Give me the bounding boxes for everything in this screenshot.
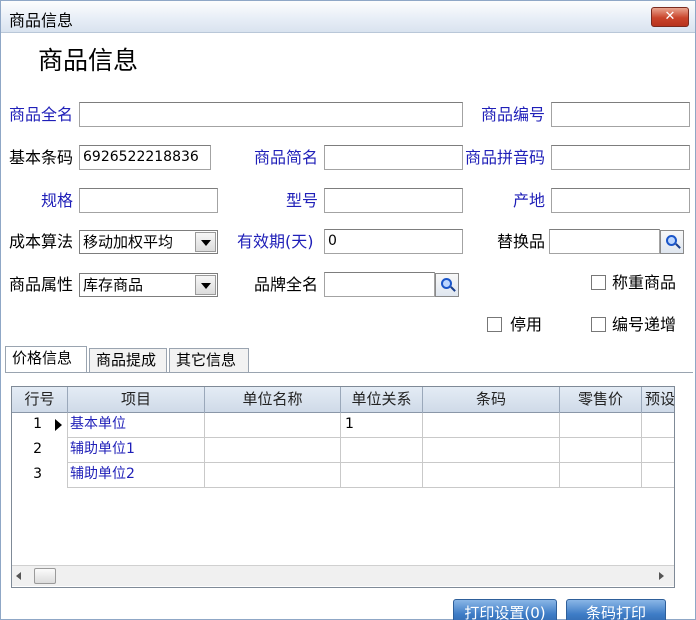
cost-method-label: 成本算法 bbox=[9, 232, 74, 251]
window-title: 商品信息 bbox=[9, 11, 74, 30]
brand-input[interactable] bbox=[324, 272, 435, 297]
row-preset[interactable] bbox=[642, 438, 674, 463]
page-title: 商品信息 bbox=[38, 46, 139, 75]
substitute-search-button[interactable] bbox=[660, 230, 684, 254]
grid-header: 行号 项目 单位名称 单位关系 条码 零售价 预设 bbox=[12, 387, 674, 413]
tab-divider bbox=[5, 372, 693, 373]
chevron-down-icon[interactable] bbox=[195, 232, 216, 252]
row-unit-name[interactable] bbox=[205, 463, 341, 488]
attribute-label: 商品属性 bbox=[9, 275, 74, 294]
column-header[interactable]: 项目 bbox=[68, 387, 205, 413]
cost-method-select[interactable]: 移动加权平均 bbox=[79, 230, 218, 254]
tab-price-info[interactable]: 价格信息 bbox=[5, 346, 87, 373]
close-button[interactable]: ✕ bbox=[651, 7, 689, 27]
row-relation[interactable] bbox=[341, 463, 423, 488]
spec-input[interactable] bbox=[79, 188, 218, 213]
column-header[interactable]: 单位名称 bbox=[205, 387, 341, 413]
column-header[interactable]: 单位关系 bbox=[341, 387, 423, 413]
model-input[interactable] bbox=[324, 188, 463, 213]
auto-increment-label: 编号递增 bbox=[612, 315, 677, 334]
current-row-icon bbox=[55, 419, 62, 431]
brand-search-button[interactable] bbox=[435, 273, 459, 297]
model-label: 型号 bbox=[286, 191, 319, 210]
print-settings-button[interactable]: 打印设置(0) bbox=[453, 599, 557, 620]
pinyin-input[interactable] bbox=[551, 145, 690, 170]
substitute-input[interactable] bbox=[549, 229, 660, 254]
scroll-right-icon[interactable] bbox=[659, 572, 664, 580]
code-input[interactable] bbox=[551, 102, 690, 127]
row-barcode[interactable] bbox=[423, 413, 560, 438]
code-label: 商品编号 bbox=[481, 105, 546, 124]
product-info-window: 商品信息 ✕ 商品信息 商品全名 商品编号 基本条码 6926522218836… bbox=[0, 0, 696, 620]
full-name-label: 商品全名 bbox=[9, 105, 74, 124]
short-name-label: 商品简名 bbox=[254, 148, 319, 167]
barcode-input[interactable]: 6926522218836 bbox=[79, 145, 211, 170]
column-header[interactable]: 零售价 bbox=[560, 387, 642, 413]
brand-label: 品牌全名 bbox=[254, 275, 319, 294]
column-header[interactable]: 行号 bbox=[12, 387, 68, 413]
scroll-left-icon[interactable] bbox=[16, 572, 21, 580]
column-header[interactable]: 条码 bbox=[423, 387, 560, 413]
table-row[interactable]: 2 辅助单位1 bbox=[12, 438, 674, 463]
full-name-input[interactable] bbox=[79, 102, 463, 127]
row-item[interactable]: 基本单位 bbox=[68, 413, 205, 438]
weighed-label: 称重商品 bbox=[612, 273, 677, 292]
auto-increment-checkbox[interactable] bbox=[591, 317, 606, 332]
row-barcode[interactable] bbox=[423, 463, 560, 488]
chevron-down-icon[interactable] bbox=[195, 275, 216, 295]
row-preset[interactable] bbox=[642, 463, 674, 488]
row-number: 3 bbox=[12, 463, 68, 488]
row-relation[interactable] bbox=[341, 438, 423, 463]
short-name-input[interactable] bbox=[324, 145, 463, 170]
unit-grid[interactable]: 行号 项目 单位名称 单位关系 条码 零售价 预设 1 基本单位 1 2 辅助单… bbox=[11, 386, 675, 588]
column-header[interactable]: 预设 bbox=[642, 387, 674, 413]
tab-commission[interactable]: 商品提成 bbox=[89, 348, 167, 373]
title-bar[interactable]: 商品信息 ✕ bbox=[1, 1, 695, 33]
row-relation[interactable]: 1 bbox=[341, 413, 423, 438]
row-retail[interactable] bbox=[560, 438, 642, 463]
substitute-label: 替换品 bbox=[497, 232, 546, 251]
row-retail[interactable] bbox=[560, 463, 642, 488]
row-unit-name[interactable] bbox=[205, 438, 341, 463]
row-item[interactable]: 辅助单位2 bbox=[68, 463, 205, 488]
horizontal-scrollbar[interactable] bbox=[12, 565, 674, 586]
origin-label: 产地 bbox=[513, 191, 546, 210]
tab-other-info[interactable]: 其它信息 bbox=[169, 348, 249, 373]
cost-method-value: 移动加权平均 bbox=[83, 233, 174, 251]
row-item[interactable]: 辅助单位1 bbox=[68, 438, 205, 463]
disabled-label: 停用 bbox=[510, 315, 543, 334]
attribute-value: 库存商品 bbox=[83, 276, 144, 294]
row-barcode[interactable] bbox=[423, 438, 560, 463]
table-row[interactable]: 3 辅助单位2 bbox=[12, 463, 674, 488]
row-number: 2 bbox=[12, 438, 68, 463]
scroll-thumb[interactable] bbox=[34, 568, 56, 584]
barcode-label: 基本条码 bbox=[9, 148, 74, 167]
origin-input[interactable] bbox=[551, 188, 690, 213]
shelf-life-input[interactable]: 0 bbox=[324, 229, 463, 254]
table-row[interactable]: 1 基本单位 1 bbox=[12, 413, 674, 438]
row-retail[interactable] bbox=[560, 413, 642, 438]
row-unit-name[interactable] bbox=[205, 413, 341, 438]
pinyin-label: 商品拼音码 bbox=[465, 148, 546, 167]
shelf-life-label: 有效期(天) bbox=[237, 232, 314, 251]
disabled-checkbox[interactable] bbox=[487, 317, 502, 332]
row-preset[interactable] bbox=[642, 413, 674, 438]
spec-label: 规格 bbox=[41, 191, 74, 210]
attribute-select[interactable]: 库存商品 bbox=[79, 273, 218, 297]
weighed-checkbox[interactable] bbox=[591, 275, 606, 290]
barcode-print-button[interactable]: 条码打印 bbox=[566, 599, 666, 620]
